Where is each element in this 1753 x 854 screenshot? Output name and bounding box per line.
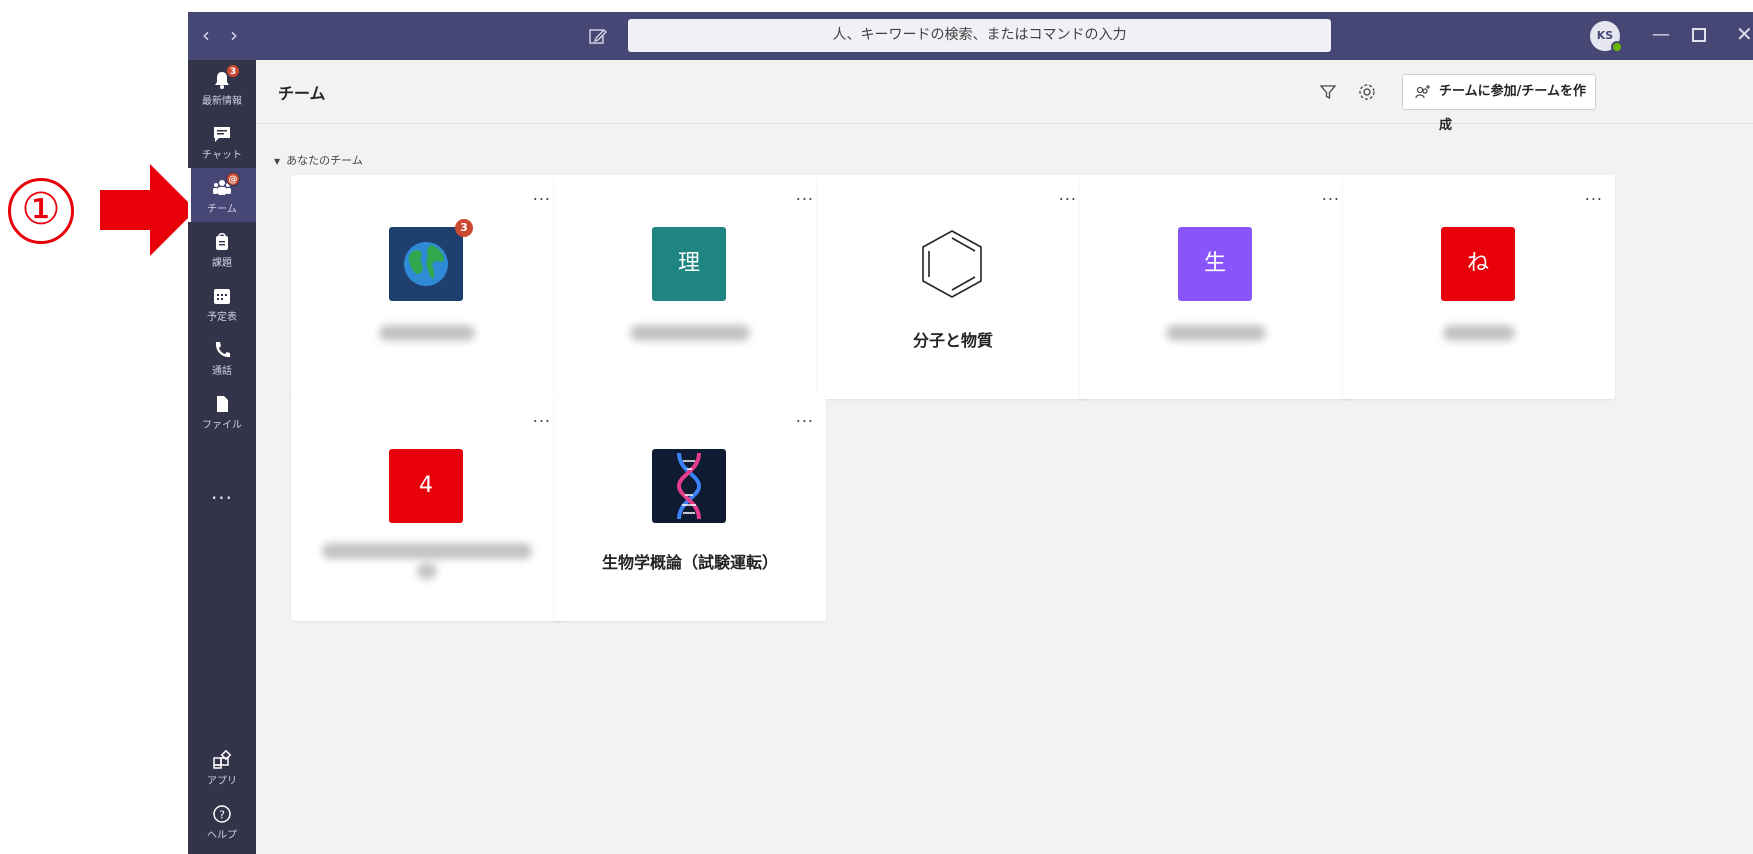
team-avatar: ね [1441, 227, 1515, 301]
rail-item-calls[interactable]: 通話 [188, 330, 256, 384]
rail-label-files: ファイル [202, 420, 242, 431]
activity-badge: 3 [226, 64, 240, 78]
team-card[interactable]: ... 生 [1080, 175, 1352, 399]
blurred-team-name [322, 543, 532, 559]
join-or-create-team-label: チームに参加/チームを作成 [1439, 84, 1586, 133]
caret-down-icon: ▼ [274, 157, 281, 166]
add-people-icon [1415, 85, 1430, 99]
more-options-icon[interactable]: ... [796, 407, 814, 426]
more-options-icon[interactable]: ... [796, 185, 814, 204]
more-options-icon[interactable]: ... [1585, 185, 1603, 204]
annotation-arrow-1 [100, 164, 196, 256]
team-avatar: 理 [652, 227, 726, 301]
rail-label-help: ヘルプ [207, 830, 237, 841]
benzene-ring-icon [922, 230, 982, 298]
rail-label-apps: アプリ [207, 776, 237, 787]
annotation-step-1: ① [8, 178, 74, 244]
apps-icon [213, 750, 232, 769]
presence-status-icon [1611, 41, 1623, 53]
team-avatar-dna [652, 449, 726, 523]
help-icon: ? [213, 805, 231, 823]
blurred-team-name [1443, 325, 1515, 341]
team-avatar: 生 [1178, 227, 1252, 301]
team-name: 分子と物質 [912, 331, 993, 350]
calendar-icon [214, 289, 230, 304]
rail-label-calendar: 予定表 [207, 312, 237, 323]
rail-item-files[interactable]: ファイル [188, 384, 256, 438]
more-options-icon[interactable]: ... [1059, 185, 1077, 204]
filter-icon[interactable] [1319, 83, 1337, 101]
rail-item-activity[interactable]: 3 最新情報 [188, 60, 256, 114]
teams-header: チーム チームに参加/チームを作成 [256, 60, 1753, 133]
globe-icon [404, 242, 448, 286]
team-notification-badge: 3 [455, 219, 473, 237]
rail-item-teams[interactable]: @ チーム [188, 168, 256, 222]
back-arrow-icon[interactable]: ‹ [202, 23, 210, 47]
forward-arrow-icon[interactable]: › [230, 23, 238, 47]
rail-item-assignments[interactable]: 課題 [188, 222, 256, 276]
rail-label-chat: チャット [202, 150, 242, 161]
gear-icon[interactable] [1357, 82, 1377, 102]
restore-window-icon[interactable] [1692, 28, 1706, 42]
teams-window: ‹ › 人、キーワードの検索、またはコマンドの入力 KS — ✕ 3 最新情報 … [188, 12, 1753, 854]
your-teams-section-toggle[interactable]: ▼ あなたのチーム [274, 152, 363, 168]
blurred-team-name-line2 [417, 563, 437, 579]
compose-icon[interactable] [588, 26, 608, 46]
team-card[interactable]: ... 理 [554, 175, 826, 399]
blurred-team-name [630, 325, 750, 341]
more-options-icon[interactable]: ... [533, 185, 551, 204]
rail-item-calendar[interactable]: 予定表 [188, 276, 256, 330]
user-avatar[interactable]: KS [1590, 21, 1623, 53]
rail-label-teams: チーム [207, 204, 237, 215]
search-input[interactable]: 人、キーワードの検索、またはコマンドの入力 [628, 19, 1331, 52]
title-bar: ‹ › 人、キーワードの検索、またはコマンドの入力 KS — ✕ [188, 12, 1753, 60]
team-name: 生物学概論（試験運転） [601, 553, 778, 572]
close-icon[interactable]: ✕ [1736, 22, 1753, 46]
more-options-icon[interactable]: ... [533, 407, 551, 426]
file-icon [217, 396, 228, 412]
more-apps-icon[interactable]: ... [188, 480, 256, 504]
phone-icon [215, 342, 230, 358]
rail-label-assignments: 課題 [212, 258, 232, 269]
app-rail: 3 最新情報 チャット @ チーム 課題 予定表 通話 ファイル ... アプリ… [188, 60, 256, 854]
team-avatar-globe [389, 227, 463, 301]
team-avatar: 4 [389, 449, 463, 523]
your-teams-label: あなたのチーム [286, 154, 363, 167]
dna-icon [676, 452, 702, 520]
assignments-icon [216, 232, 228, 250]
rail-item-chat[interactable]: チャット [188, 114, 256, 168]
team-card[interactable]: ... 4 [291, 397, 563, 621]
page-title: チーム [278, 84, 326, 103]
blurred-team-name [1166, 325, 1266, 341]
team-card-biology[interactable]: ... 生物学概論（試験運転） [554, 397, 826, 621]
team-card[interactable]: ... 分子と物質 [817, 175, 1089, 399]
join-or-create-team-button[interactable]: チームに参加/チームを作成 [1402, 74, 1596, 133]
rail-item-help[interactable]: ? ヘルプ [188, 794, 256, 848]
team-avatar-benzene [915, 227, 989, 301]
team-card[interactable]: ... 3 [291, 175, 563, 399]
svg-text:?: ? [219, 809, 225, 822]
minimize-icon[interactable]: — [1652, 24, 1670, 45]
rail-label-activity: 最新情報 [202, 96, 242, 107]
team-card[interactable]: ... ね [1343, 175, 1615, 399]
rail-label-calls: 通話 [212, 366, 232, 377]
user-initials: KS [1596, 29, 1614, 42]
more-options-icon[interactable]: ... [1322, 185, 1340, 204]
rail-item-apps[interactable]: アプリ [188, 740, 256, 794]
blurred-team-name [379, 325, 475, 341]
chat-icon [214, 127, 230, 142]
teams-mention-badge: @ [226, 172, 240, 186]
